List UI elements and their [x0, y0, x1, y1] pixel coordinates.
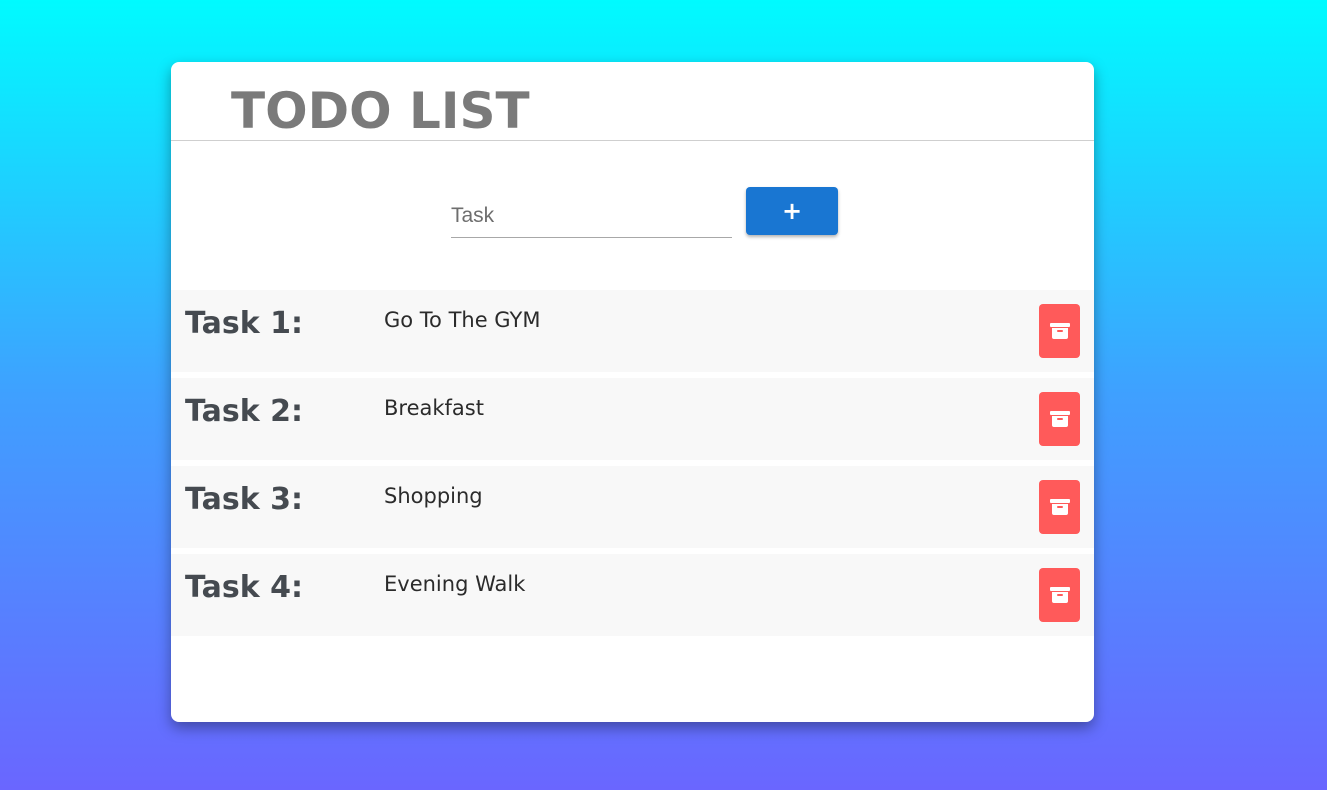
- archive-icon: [1049, 411, 1070, 427]
- list-item: Task 3: Shopping: [171, 466, 1094, 548]
- delete-task-button[interactable]: [1039, 304, 1080, 358]
- archive-icon: [1049, 499, 1070, 515]
- delete-task-button[interactable]: [1039, 568, 1080, 622]
- task-text: Go To The GYM: [384, 308, 541, 332]
- list-item: Task 1: Go To The GYM: [171, 290, 1094, 372]
- add-task-button[interactable]: +: [746, 187, 838, 235]
- list-item: Task 4: Evening Walk: [171, 554, 1094, 636]
- task-text: Shopping: [384, 484, 483, 508]
- task-label: Task 2:: [185, 394, 303, 429]
- add-task-form: +: [451, 187, 851, 247]
- delete-task-button[interactable]: [1039, 480, 1080, 534]
- task-label: Task 1:: [185, 306, 303, 341]
- task-input[interactable]: [451, 195, 732, 238]
- delete-task-button[interactable]: [1039, 392, 1080, 446]
- task-text: Evening Walk: [384, 572, 526, 596]
- page-title: TODO LIST: [231, 82, 530, 140]
- list-item: Task 2: Breakfast: [171, 378, 1094, 460]
- task-label: Task 3:: [185, 482, 303, 517]
- card-header: TODO LIST: [171, 62, 1094, 141]
- task-text: Breakfast: [384, 396, 484, 420]
- archive-icon: [1049, 323, 1070, 339]
- todo-card: TODO LIST + Task 1: Go To The GYM Task 2…: [171, 62, 1094, 722]
- task-label: Task 4:: [185, 570, 303, 605]
- task-list: Task 1: Go To The GYM Task 2: Breakfast: [171, 290, 1094, 642]
- archive-icon: [1049, 587, 1070, 603]
